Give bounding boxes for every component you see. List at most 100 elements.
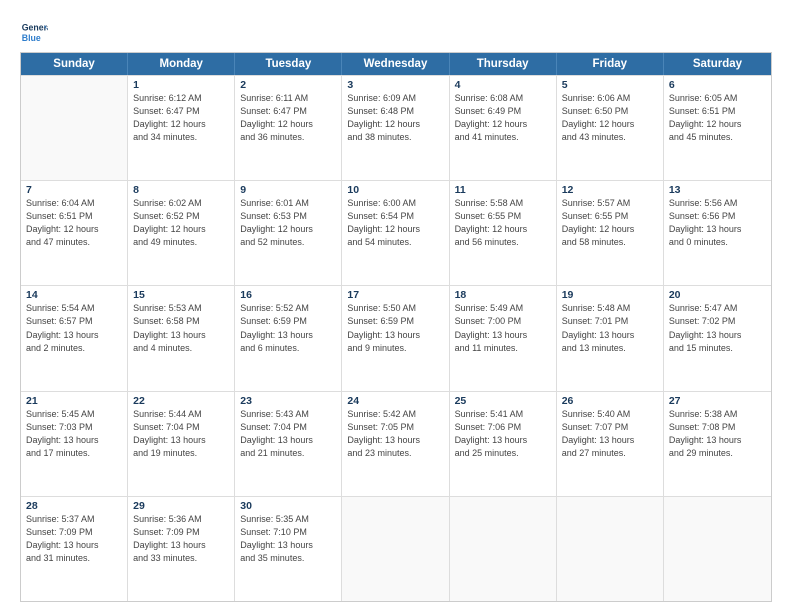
calendar-cell: 12Sunrise: 5:57 AM Sunset: 6:55 PM Dayli… <box>557 181 664 285</box>
day-detail: Sunrise: 5:52 AM Sunset: 6:59 PM Dayligh… <box>240 302 336 354</box>
day-detail: Sunrise: 5:43 AM Sunset: 7:04 PM Dayligh… <box>240 408 336 460</box>
day-number: 20 <box>669 289 766 301</box>
calendar-cell: 11Sunrise: 5:58 AM Sunset: 6:55 PM Dayli… <box>450 181 557 285</box>
calendar-cell <box>342 497 449 601</box>
calendar-cell: 22Sunrise: 5:44 AM Sunset: 7:04 PM Dayli… <box>128 392 235 496</box>
day-number: 25 <box>455 395 551 407</box>
weekday-header: Friday <box>557 53 664 75</box>
day-detail: Sunrise: 5:50 AM Sunset: 6:59 PM Dayligh… <box>347 302 443 354</box>
day-detail: Sunrise: 5:49 AM Sunset: 7:00 PM Dayligh… <box>455 302 551 354</box>
day-detail: Sunrise: 5:58 AM Sunset: 6:55 PM Dayligh… <box>455 197 551 249</box>
day-detail: Sunrise: 5:47 AM Sunset: 7:02 PM Dayligh… <box>669 302 766 354</box>
weekday-header: Sunday <box>21 53 128 75</box>
day-number: 10 <box>347 184 443 196</box>
day-number: 28 <box>26 500 122 512</box>
day-number: 24 <box>347 395 443 407</box>
day-number: 4 <box>455 79 551 91</box>
day-detail: Sunrise: 6:01 AM Sunset: 6:53 PM Dayligh… <box>240 197 336 249</box>
day-number: 9 <box>240 184 336 196</box>
day-detail: Sunrise: 6:12 AM Sunset: 6:47 PM Dayligh… <box>133 92 229 144</box>
calendar-cell <box>664 497 771 601</box>
day-number: 12 <box>562 184 658 196</box>
day-detail: Sunrise: 6:05 AM Sunset: 6:51 PM Dayligh… <box>669 92 766 144</box>
day-number: 13 <box>669 184 766 196</box>
day-detail: Sunrise: 5:56 AM Sunset: 6:56 PM Dayligh… <box>669 197 766 249</box>
calendar-cell: 4Sunrise: 6:08 AM Sunset: 6:49 PM Daylig… <box>450 76 557 180</box>
calendar-cell: 7Sunrise: 6:04 AM Sunset: 6:51 PM Daylig… <box>21 181 128 285</box>
day-number: 15 <box>133 289 229 301</box>
day-detail: Sunrise: 5:35 AM Sunset: 7:10 PM Dayligh… <box>240 513 336 565</box>
calendar-cell: 14Sunrise: 5:54 AM Sunset: 6:57 PM Dayli… <box>21 286 128 390</box>
day-number: 30 <box>240 500 336 512</box>
calendar-cell <box>450 497 557 601</box>
weekday-header: Saturday <box>664 53 771 75</box>
calendar-cell: 16Sunrise: 5:52 AM Sunset: 6:59 PM Dayli… <box>235 286 342 390</box>
calendar-body: 1Sunrise: 6:12 AM Sunset: 6:47 PM Daylig… <box>21 75 771 601</box>
logo-icon: General Blue <box>20 18 48 46</box>
day-detail: Sunrise: 5:41 AM Sunset: 7:06 PM Dayligh… <box>455 408 551 460</box>
svg-text:General: General <box>22 22 48 32</box>
day-detail: Sunrise: 5:48 AM Sunset: 7:01 PM Dayligh… <box>562 302 658 354</box>
day-detail: Sunrise: 6:11 AM Sunset: 6:47 PM Dayligh… <box>240 92 336 144</box>
header: General Blue <box>20 18 772 46</box>
day-detail: Sunrise: 5:53 AM Sunset: 6:58 PM Dayligh… <box>133 302 229 354</box>
day-number: 5 <box>562 79 658 91</box>
day-detail: Sunrise: 6:09 AM Sunset: 6:48 PM Dayligh… <box>347 92 443 144</box>
day-number: 8 <box>133 184 229 196</box>
day-number: 18 <box>455 289 551 301</box>
weekday-header: Thursday <box>450 53 557 75</box>
day-number: 2 <box>240 79 336 91</box>
svg-text:Blue: Blue <box>22 33 41 43</box>
day-detail: Sunrise: 5:44 AM Sunset: 7:04 PM Dayligh… <box>133 408 229 460</box>
calendar-cell: 23Sunrise: 5:43 AM Sunset: 7:04 PM Dayli… <box>235 392 342 496</box>
day-number: 16 <box>240 289 336 301</box>
day-detail: Sunrise: 5:36 AM Sunset: 7:09 PM Dayligh… <box>133 513 229 565</box>
day-detail: Sunrise: 5:38 AM Sunset: 7:08 PM Dayligh… <box>669 408 766 460</box>
day-number: 6 <box>669 79 766 91</box>
calendar-cell: 13Sunrise: 5:56 AM Sunset: 6:56 PM Dayli… <box>664 181 771 285</box>
logo: General Blue <box>20 18 48 46</box>
day-number: 11 <box>455 184 551 196</box>
calendar-row: 1Sunrise: 6:12 AM Sunset: 6:47 PM Daylig… <box>21 75 771 180</box>
day-number: 7 <box>26 184 122 196</box>
calendar-cell: 25Sunrise: 5:41 AM Sunset: 7:06 PM Dayli… <box>450 392 557 496</box>
day-detail: Sunrise: 5:57 AM Sunset: 6:55 PM Dayligh… <box>562 197 658 249</box>
weekday-header: Tuesday <box>235 53 342 75</box>
calendar-cell: 15Sunrise: 5:53 AM Sunset: 6:58 PM Dayli… <box>128 286 235 390</box>
calendar-cell: 6Sunrise: 6:05 AM Sunset: 6:51 PM Daylig… <box>664 76 771 180</box>
calendar-cell: 26Sunrise: 5:40 AM Sunset: 7:07 PM Dayli… <box>557 392 664 496</box>
day-detail: Sunrise: 6:00 AM Sunset: 6:54 PM Dayligh… <box>347 197 443 249</box>
day-number: 14 <box>26 289 122 301</box>
calendar-row: 7Sunrise: 6:04 AM Sunset: 6:51 PM Daylig… <box>21 180 771 285</box>
calendar-cell: 10Sunrise: 6:00 AM Sunset: 6:54 PM Dayli… <box>342 181 449 285</box>
day-number: 21 <box>26 395 122 407</box>
weekday-header: Wednesday <box>342 53 449 75</box>
day-detail: Sunrise: 5:54 AM Sunset: 6:57 PM Dayligh… <box>26 302 122 354</box>
day-number: 27 <box>669 395 766 407</box>
calendar-cell: 27Sunrise: 5:38 AM Sunset: 7:08 PM Dayli… <box>664 392 771 496</box>
calendar-cell: 5Sunrise: 6:06 AM Sunset: 6:50 PM Daylig… <box>557 76 664 180</box>
calendar-cell: 29Sunrise: 5:36 AM Sunset: 7:09 PM Dayli… <box>128 497 235 601</box>
calendar-cell: 30Sunrise: 5:35 AM Sunset: 7:10 PM Dayli… <box>235 497 342 601</box>
weekday-header: Monday <box>128 53 235 75</box>
day-detail: Sunrise: 5:42 AM Sunset: 7:05 PM Dayligh… <box>347 408 443 460</box>
page: General Blue SundayMondayTuesdayWednesda… <box>0 0 792 612</box>
calendar-cell: 21Sunrise: 5:45 AM Sunset: 7:03 PM Dayli… <box>21 392 128 496</box>
calendar-cell: 19Sunrise: 5:48 AM Sunset: 7:01 PM Dayli… <box>557 286 664 390</box>
calendar-cell: 20Sunrise: 5:47 AM Sunset: 7:02 PM Dayli… <box>664 286 771 390</box>
day-number: 1 <box>133 79 229 91</box>
calendar-cell: 24Sunrise: 5:42 AM Sunset: 7:05 PM Dayli… <box>342 392 449 496</box>
calendar-cell <box>557 497 664 601</box>
calendar-cell: 2Sunrise: 6:11 AM Sunset: 6:47 PM Daylig… <box>235 76 342 180</box>
day-detail: Sunrise: 6:02 AM Sunset: 6:52 PM Dayligh… <box>133 197 229 249</box>
day-number: 23 <box>240 395 336 407</box>
calendar: SundayMondayTuesdayWednesdayThursdayFrid… <box>20 52 772 602</box>
day-number: 29 <box>133 500 229 512</box>
calendar-cell <box>21 76 128 180</box>
calendar-cell: 9Sunrise: 6:01 AM Sunset: 6:53 PM Daylig… <box>235 181 342 285</box>
calendar-row: 21Sunrise: 5:45 AM Sunset: 7:03 PM Dayli… <box>21 391 771 496</box>
day-detail: Sunrise: 6:06 AM Sunset: 6:50 PM Dayligh… <box>562 92 658 144</box>
day-detail: Sunrise: 5:37 AM Sunset: 7:09 PM Dayligh… <box>26 513 122 565</box>
day-number: 26 <box>562 395 658 407</box>
calendar-row: 28Sunrise: 5:37 AM Sunset: 7:09 PM Dayli… <box>21 496 771 601</box>
